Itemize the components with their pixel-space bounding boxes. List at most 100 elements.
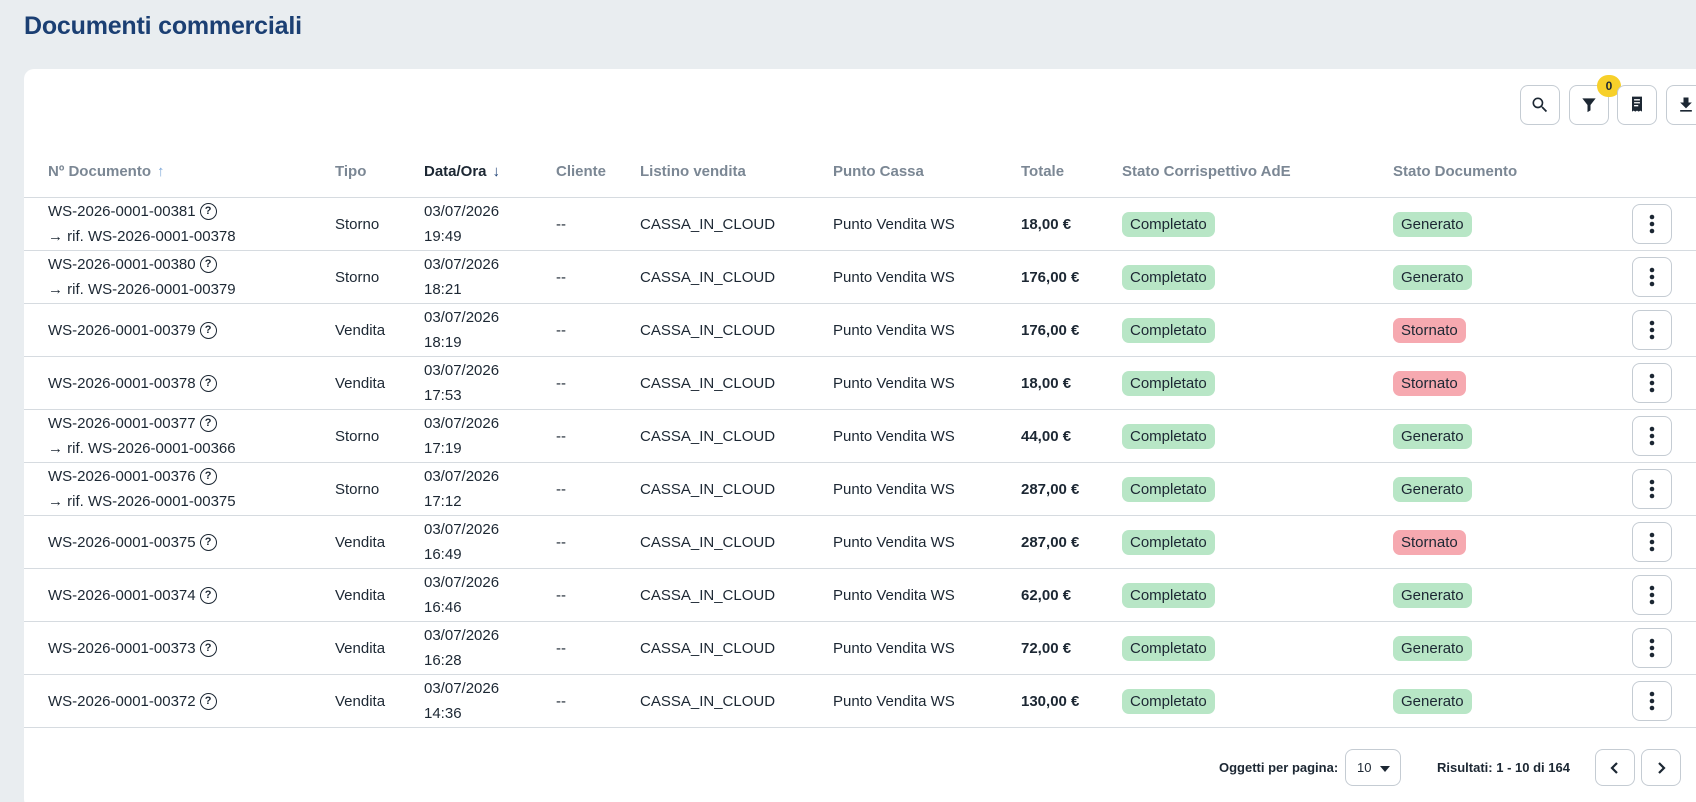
download-icon: [1680, 97, 1692, 112]
header-stato-ade[interactable]: Stato Corrispettivo AdE: [1122, 145, 1291, 198]
cell-tipo: Vendita: [335, 692, 386, 710]
row-actions-button[interactable]: [1632, 469, 1672, 509]
row-actions-button[interactable]: [1632, 257, 1672, 297]
table-row[interactable]: WS-2026-0001-00378? Vendita 03/07/2026 17:5…: [24, 357, 1696, 410]
cell-listino: CASSA_IN_CLOUD: [640, 374, 776, 392]
header-punto-cassa[interactable]: Punto Cassa: [833, 145, 924, 198]
cell-cliente: --: [556, 268, 566, 286]
cell-totale: 176,00 €: [1021, 321, 1080, 339]
per-page-select[interactable]: 10: [1345, 749, 1401, 786]
cell-listino: CASSA_IN_CLOUD: [640, 533, 776, 551]
table-row[interactable]: WS-2026-0001-00381? → rif. WS-2026-0001-0…: [24, 198, 1696, 251]
document-reference[interactable]: → rif. WS-2026-0001-00366: [48, 436, 236, 461]
help-icon[interactable]: ?: [199, 374, 217, 392]
cell-stato-documento: Stornato: [1393, 304, 1466, 356]
help-icon[interactable]: ?: [199, 256, 217, 273]
cell-documento: WS-2026-0001-00376? → rif. WS-2026-0001-0…: [48, 463, 236, 515]
document-number[interactable]: WS-2026-0001-00372: [48, 689, 196, 714]
help-icon[interactable]: ?: [199, 639, 217, 657]
row-actions-button[interactable]: [1632, 310, 1672, 350]
row-actions-button[interactable]: [1632, 628, 1672, 668]
help-icon[interactable]: ?: [199, 533, 217, 551]
chevron-down-icon: [1380, 766, 1390, 772]
cell-totale: 18,00 €: [1021, 215, 1072, 233]
cell-punto-cassa: Punto Vendita WS: [833, 480, 955, 498]
cell-stato-documento: Generato: [1393, 622, 1472, 674]
document-number[interactable]: WS-2026-0001-00373: [48, 636, 196, 661]
table-row[interactable]: WS-2026-0001-00380? → rif. WS-2026-0001-0…: [24, 251, 1696, 304]
document-reference[interactable]: → rif. WS-2026-0001-00378: [48, 224, 236, 249]
cell-documento: WS-2026-0001-00374?: [48, 569, 217, 621]
filter-button[interactable]: 0: [1569, 75, 1621, 125]
more-vertical-icon: [1649, 267, 1655, 287]
document-number[interactable]: WS-2026-0001-00379: [48, 318, 196, 343]
cell-data-ora: 03/07/2026 17:12: [424, 463, 499, 515]
table-row[interactable]: WS-2026-0001-00374? Vendita 03/07/2026 16:4…: [24, 569, 1696, 622]
row-actions-button[interactable]: [1632, 416, 1672, 456]
date-value: 03/07/2026: [424, 203, 500, 220]
search-button[interactable]: [1520, 85, 1560, 125]
document-number[interactable]: WS-2026-0001-00377: [48, 411, 196, 436]
document-number[interactable]: WS-2026-0001-00380: [48, 252, 196, 277]
cell-data-ora: 03/07/2026 16:49: [424, 516, 499, 568]
row-actions-button[interactable]: [1632, 575, 1672, 615]
header-cliente[interactable]: Cliente: [556, 145, 606, 198]
download-button[interactable]: [1666, 85, 1696, 125]
more-vertical-icon: [1649, 585, 1655, 605]
table-row[interactable]: WS-2026-0001-00379? Vendita 03/07/2026 18:1…: [24, 304, 1696, 357]
document-reference[interactable]: → rif. WS-2026-0001-00375: [48, 489, 236, 514]
document-reference[interactable]: → rif. WS-2026-0001-00379: [48, 277, 236, 302]
cell-stato-ade: Completato: [1122, 357, 1215, 409]
help-icon[interactable]: ?: [199, 586, 217, 604]
row-actions-button[interactable]: [1632, 363, 1672, 403]
header-totale[interactable]: Totale: [1021, 145, 1064, 198]
cell-documento: WS-2026-0001-00379?: [48, 304, 217, 356]
header-data-ora[interactable]: Data/Ora ↓: [424, 145, 500, 198]
table-row[interactable]: WS-2026-0001-00373? Vendita 03/07/2026 16:2…: [24, 622, 1696, 675]
row-actions-button[interactable]: [1632, 522, 1672, 562]
time-value: 17:19: [424, 440, 462, 457]
time-value: 18:19: [424, 334, 462, 351]
cell-stato-documento: Stornato: [1393, 516, 1466, 568]
cell-totale: 18,00 €: [1021, 374, 1072, 392]
cell-stato-documento: Generato: [1393, 463, 1472, 515]
chevron-right-icon: [1658, 761, 1666, 774]
help-icon[interactable]: ?: [199, 203, 217, 220]
row-actions-button[interactable]: [1632, 204, 1672, 244]
help-icon[interactable]: ?: [199, 468, 217, 485]
next-page-button[interactable]: [1641, 749, 1681, 786]
document-number[interactable]: WS-2026-0001-00376: [48, 464, 196, 489]
cell-listino: CASSA_IN_CLOUD: [640, 639, 776, 657]
receipt-button[interactable]: [1617, 85, 1657, 125]
cell-punto-cassa: Punto Vendita WS: [833, 586, 955, 604]
prev-page-button[interactable]: [1595, 749, 1635, 786]
row-actions-button[interactable]: [1632, 681, 1672, 721]
cell-stato-ade: Completato: [1122, 569, 1215, 621]
document-number[interactable]: WS-2026-0001-00378: [48, 371, 196, 396]
table-row[interactable]: WS-2026-0001-00372? Vendita 03/07/2026 14:3…: [24, 675, 1696, 728]
more-vertical-icon: [1649, 691, 1655, 711]
cell-totale: 72,00 €: [1021, 639, 1072, 657]
cell-documento: WS-2026-0001-00377? → rif. WS-2026-0001-0…: [48, 410, 236, 462]
document-number[interactable]: WS-2026-0001-00381: [48, 199, 196, 224]
status-badge: Completato: [1122, 264, 1215, 290]
table-header: Nº Documento ↑ Tipo Data/Ora ↓ Cliente L…: [24, 145, 1696, 198]
header-stato-documento[interactable]: Stato Documento: [1393, 145, 1517, 198]
help-icon[interactable]: ?: [199, 692, 217, 710]
table-row[interactable]: WS-2026-0001-00376? → rif. WS-2026-0001-0…: [24, 463, 1696, 516]
date-value: 03/07/2026: [424, 680, 500, 697]
header-tipo[interactable]: Tipo: [335, 145, 366, 198]
status-badge: Generato: [1393, 635, 1472, 661]
more-vertical-icon: [1649, 373, 1655, 393]
time-value: 16:49: [424, 546, 462, 563]
header-documento[interactable]: Nº Documento ↑: [48, 145, 164, 198]
header-listino[interactable]: Listino vendita: [640, 145, 746, 198]
document-number[interactable]: WS-2026-0001-00374: [48, 583, 196, 608]
table-row[interactable]: WS-2026-0001-00377? → rif. WS-2026-0001-0…: [24, 410, 1696, 463]
cell-data-ora: 03/07/2026 17:19: [424, 410, 499, 462]
help-icon[interactable]: ?: [199, 321, 217, 339]
table-row[interactable]: WS-2026-0001-00375? Vendita 03/07/2026 16:4…: [24, 516, 1696, 569]
document-number[interactable]: WS-2026-0001-00375: [48, 530, 196, 555]
cell-stato-ade: Completato: [1122, 463, 1215, 515]
help-icon[interactable]: ?: [199, 415, 217, 432]
